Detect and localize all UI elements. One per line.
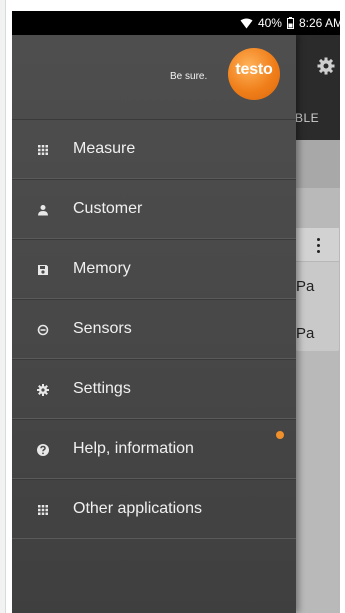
left-frame-divider — [5, 0, 6, 613]
menu-label-memory: Memory — [73, 260, 131, 277]
menu-label-sensors: Sensors — [73, 320, 132, 337]
sensor-icon — [37, 324, 49, 336]
navigation-drawer: Be sure. testo Measure Customer Memory S… — [12, 35, 296, 613]
menu-item-other-applications[interactable]: Other applications — [12, 479, 296, 539]
drawer-menu: Measure Customer Memory Sensors Settings… — [12, 119, 296, 539]
person-icon — [38, 205, 48, 216]
kebab-menu-icon — [317, 238, 320, 256]
clock: 8:26 AM — [298, 16, 343, 30]
save-icon — [38, 265, 48, 275]
menu-label-settings: Settings — [73, 380, 131, 397]
menu-item-sensors[interactable]: Sensors — [12, 299, 296, 359]
apps-grid-icon — [38, 505, 48, 515]
grid-icon — [38, 145, 48, 155]
status-bar: 40% 8:26 AM — [12, 11, 345, 35]
menu-item-measure[interactable]: Measure — [12, 119, 296, 179]
battery-icon — [286, 17, 294, 29]
menu-item-settings[interactable]: Settings — [12, 359, 296, 419]
background-card-header — [296, 228, 339, 262]
background-value-unit-1: Pa — [296, 278, 315, 295]
phone-screen: 40% 8:26 AM BLE Pa Pa Be sure. testo Mea… — [12, 11, 345, 613]
menu-item-customer[interactable]: Customer — [12, 179, 296, 239]
drawer-header: Be sure. testo — [12, 35, 296, 118]
right-frame-edge — [340, 0, 345, 613]
help-icon — [37, 444, 49, 456]
menu-label-measure: Measure — [73, 140, 136, 157]
logo-text: testo — [235, 61, 273, 78]
battery-percent: 40% — [257, 16, 282, 30]
menu-label-customer: Customer — [73, 200, 143, 217]
menu-label-other-applications: Other applications — [73, 500, 202, 517]
wifi-icon — [240, 18, 253, 28]
brand-tagline: Be sure. — [170, 71, 208, 82]
background-gear-icon — [317, 57, 335, 75]
status-indicators: 40% 8:26 AM — [240, 16, 343, 30]
background-tab-label: BLE — [295, 111, 320, 125]
menu-item-memory[interactable]: Memory — [12, 239, 296, 299]
background-value-unit-2: Pa — [296, 325, 315, 342]
gear-icon — [37, 384, 49, 396]
menu-item-help-information[interactable]: Help, information — [12, 419, 296, 479]
testo-logo: testo — [228, 48, 280, 100]
menu-label-help-information: Help, information — [73, 440, 194, 457]
notification-dot — [276, 431, 284, 439]
